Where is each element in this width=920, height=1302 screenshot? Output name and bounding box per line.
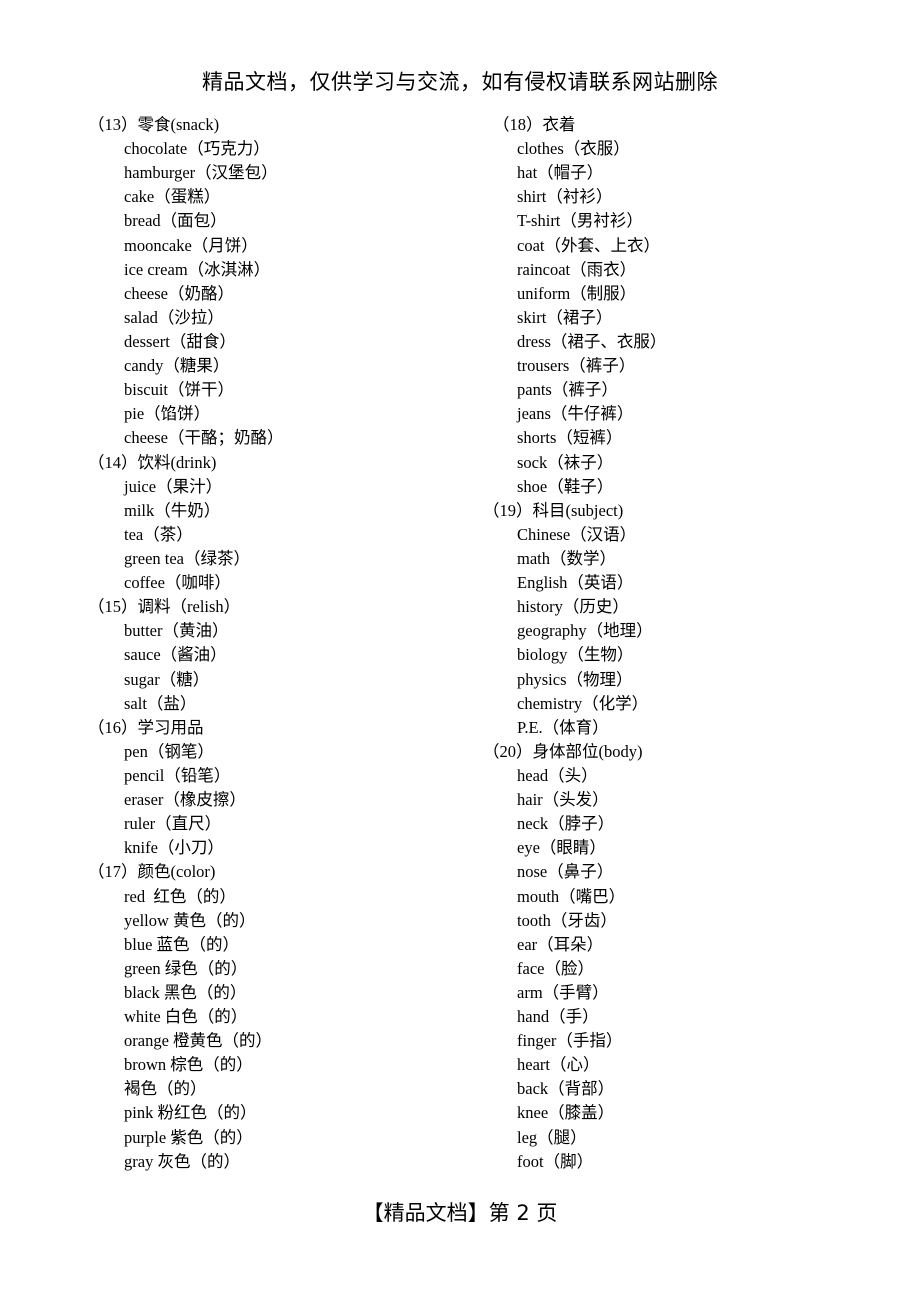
vocab-item: foot（脚）: [517, 1151, 594, 1171]
vocab-item: mooncake（月饼）: [124, 235, 258, 255]
vocab-item: math（数学）: [517, 548, 616, 568]
vocab-item: yellow 黄色（的）: [124, 910, 256, 930]
vocab-item: history（历史）: [517, 597, 629, 617]
vocab-item: brown 棕色（的）: [124, 1055, 253, 1075]
vocab-item: butter（黄油）: [124, 621, 229, 641]
vocab-item: face（脸）: [517, 958, 594, 978]
vocab-item: head（头）: [517, 765, 598, 785]
vocab-item: salad（沙拉）: [124, 307, 224, 327]
vocab-item: coat（外套、上衣）: [517, 235, 660, 255]
vocab-item: Chinese（汉语）: [517, 524, 637, 544]
section-heading-clothing: （18）衣着: [493, 115, 576, 134]
vocab-item: shorts（短裤）: [517, 428, 623, 448]
vocab-item: milk（牛奶）: [124, 500, 221, 520]
vocab-item: knife（小刀）: [124, 838, 224, 858]
vocab-item: pie（馅饼）: [124, 404, 211, 424]
vocab-item: chocolate（巧克力）: [124, 139, 270, 159]
watermark-header: 精品文档，仅供学习与交流，如有侵权请联系网站删除: [202, 70, 718, 94]
vocab-item: chemistry（化学）: [517, 693, 649, 713]
vocab-item: gray 灰色（的）: [124, 1151, 240, 1171]
vocab-item: pen（钢笔）: [124, 741, 214, 761]
left-column: （13）零食(snack) chocolate（巧克力） hamburger（汉…: [88, 113, 283, 1174]
vocab-item: bread（面包）: [124, 211, 227, 231]
vocab-item: biology（生物）: [517, 645, 634, 665]
vocab-item: hand（手）: [517, 1007, 599, 1027]
vocab-item: back（背部）: [517, 1079, 615, 1099]
vocab-item: knee（膝盖）: [517, 1103, 615, 1123]
vocab-item: tooth（牙齿）: [517, 910, 617, 930]
vocab-item: orange 橙黄色（的）: [124, 1031, 273, 1051]
vocab-item: green tea（绿茶）: [124, 548, 250, 568]
vocab-item: hat（帽子）: [517, 163, 604, 183]
section-heading-color: （17）颜色(color): [88, 862, 216, 882]
vocab-item: white 白色（的）: [124, 1007, 248, 1027]
vocab-item: mouth（嘴巴）: [517, 886, 626, 906]
vocab-item: pants（裤子）: [517, 380, 618, 400]
vocab-item: tea（茶）: [124, 524, 193, 544]
vocab-item: shoe（鞋子）: [517, 476, 614, 496]
section-heading-relish: （15）调料（relish）: [88, 597, 241, 617]
vocab-item: sock（袜子）: [517, 452, 614, 472]
vocab-item: salt（盐）: [124, 693, 197, 713]
vocab-item: cake（蛋糕）: [124, 187, 221, 207]
vocab-item: ice cream（冰淇淋）: [124, 259, 271, 279]
vocab-item: hamburger（汉堡包）: [124, 163, 278, 183]
vocab-item: sugar（糖）: [124, 669, 210, 689]
vocab-item: cheese（奶酪）: [124, 283, 234, 303]
vocab-item: green 绿色（的）: [124, 958, 248, 978]
vocab-item: pink 粉红色（的）: [124, 1103, 257, 1123]
vocab-item: shirt（衬衫）: [517, 187, 613, 207]
vocab-item: pencil（铅笔）: [124, 765, 231, 785]
vocab-item: 褐色（的）: [124, 1079, 207, 1099]
section-heading-drink: （14）饮料(drink): [88, 452, 217, 472]
vocab-item: trousers（裤子）: [517, 356, 636, 376]
vocab-item: nose（鼻子）: [517, 862, 614, 882]
right-column: （18）衣着 clothes（衣服） hat（帽子） shirt（衬衫） T-s…: [483, 113, 666, 1174]
vocab-item: leg（腿）: [517, 1127, 587, 1147]
section-heading-snack: （13）零食(snack): [88, 115, 220, 134]
vocab-item: clothes（衣服）: [517, 139, 630, 159]
vocab-item: purple 紫色（的）: [124, 1127, 253, 1147]
vocab-item: P.E.（体育）: [517, 717, 609, 737]
vocab-item: neck（脖子）: [517, 814, 615, 834]
vocab-item: ruler（直尺）: [124, 814, 222, 834]
vocab-item: skirt（裙子）: [517, 307, 613, 327]
page-number-footer: 【精品文档】第 2 页: [362, 1201, 558, 1225]
vocab-item: biscuit（饼干）: [124, 380, 234, 400]
section-heading-body: （20）身体部位(body): [483, 741, 643, 761]
vocab-item: dessert（甜食）: [124, 331, 236, 351]
vocab-item: T-shirt（男衬衫）: [517, 211, 643, 231]
vocab-item: geography（地理）: [517, 621, 653, 641]
vocab-item: raincoat（雨衣）: [517, 259, 637, 279]
vocab-item: cheese（干酪；奶酪）: [124, 428, 284, 448]
vocab-item: eraser（橡皮擦）: [124, 790, 246, 810]
vocab-item: coffee（咖啡）: [124, 573, 231, 593]
vocab-item: sauce（酱油）: [124, 645, 227, 665]
vocab-item: candy（糖果）: [124, 356, 230, 376]
vocab-item: blue 蓝色（的）: [124, 934, 240, 954]
vocab-item: English（英语）: [517, 573, 634, 593]
vocab-item: heart（心）: [517, 1055, 600, 1075]
vocab-item: finger（手指）: [517, 1031, 623, 1051]
section-heading-stationery: （16）学习用品: [88, 717, 204, 737]
vocab-item: dress（裙子、衣服）: [517, 331, 667, 351]
vocab-item: uniform（制服）: [517, 283, 637, 303]
vocab-item: red 红色（的）: [124, 886, 236, 906]
vocab-item: jeans（牛仔裤）: [517, 404, 634, 424]
vocab-item: hair（头发）: [517, 790, 609, 810]
vocab-item: ear（耳朵）: [517, 934, 604, 954]
vocab-item: black 黑色（的）: [124, 982, 247, 1002]
vocab-item: juice（果汁）: [124, 476, 223, 496]
vocab-item: physics（物理）: [517, 669, 633, 689]
vocab-item: eye（眼睛）: [517, 838, 606, 858]
section-heading-subject: （19）科目(subject): [483, 500, 624, 520]
vocab-item: arm（手臂）: [517, 982, 609, 1002]
